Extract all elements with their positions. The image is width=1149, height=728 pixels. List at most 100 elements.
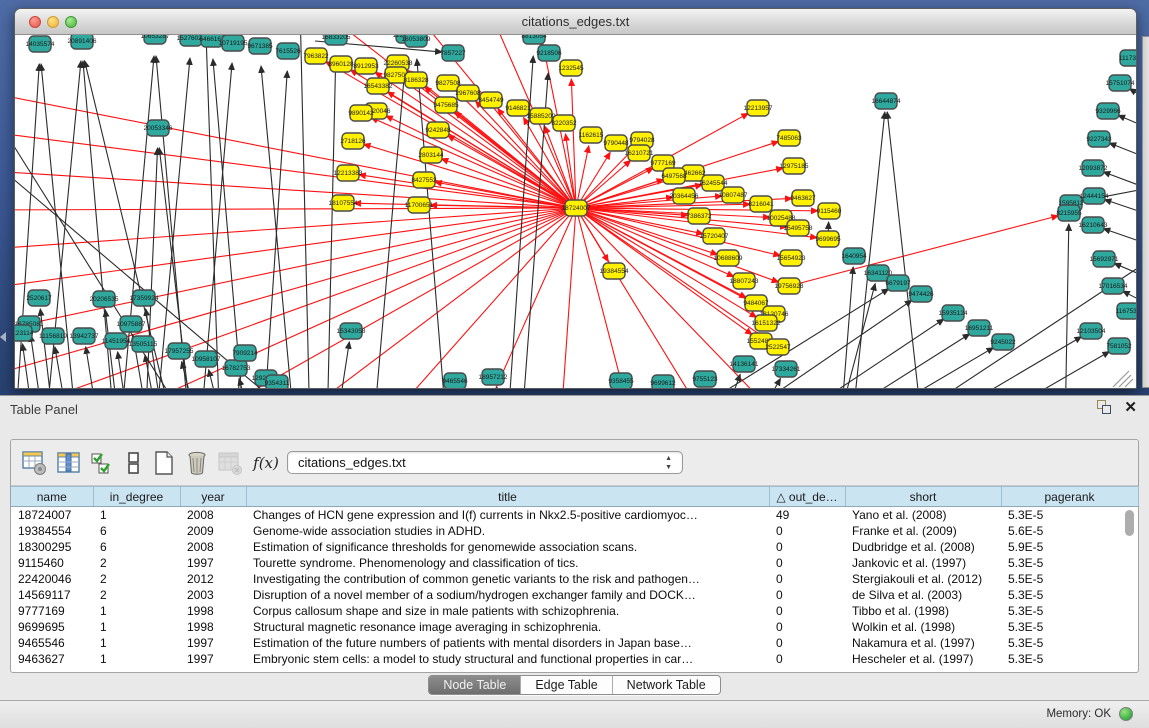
table-cell[interactable]: 9115460 — [11, 555, 93, 571]
table-cell[interactable]: 0 — [769, 523, 845, 539]
delete-column-icon[interactable] — [183, 449, 211, 477]
resize-grip-icon[interactable] — [1119, 375, 1131, 387]
citation-edge[interactable] — [810, 334, 970, 389]
table-cell[interactable]: 1 — [93, 507, 180, 524]
table-cell[interactable]: 2009 — [180, 523, 246, 539]
citation-edge[interactable] — [845, 348, 994, 389]
table-row[interactable]: 911546021997Tourette syndrome. Phenomeno… — [11, 555, 1138, 571]
show-columns-icon[interactable] — [55, 449, 83, 477]
citation-edge-red[interactable] — [475, 208, 576, 389]
table-cell[interactable]: 0 — [769, 635, 845, 651]
table-cell[interactable]: 14569117 — [11, 587, 93, 603]
table-cell[interactable]: Estimation of the future numbers of pati… — [246, 635, 769, 651]
table-cell[interactable]: 1997 — [180, 651, 246, 667]
network-window[interactable]: citations_edges.txt 18724007796382289601… — [14, 8, 1137, 389]
citation-edge[interactable] — [965, 352, 1109, 389]
table-row[interactable]: 1872400712008Changes of HCN gene express… — [11, 507, 1138, 524]
table-cell[interactable]: 0 — [769, 555, 845, 571]
table-cell[interactable]: 2003 — [180, 587, 246, 603]
column-header[interactable]: in_degree — [93, 487, 180, 507]
table-cell[interactable]: Dudbridge et al. (2008) — [845, 539, 1001, 555]
table-cell[interactable]: Yano et al. (2008) — [845, 507, 1001, 524]
table-cell[interactable]: Structural magnetic resonance image aver… — [246, 619, 769, 635]
table-row[interactable]: 969969511998Structural magnetic resonanc… — [11, 619, 1138, 635]
table-cell[interactable]: 49 — [769, 507, 845, 524]
citation-edge[interactable] — [835, 284, 875, 389]
table-cell[interactable]: 6 — [93, 523, 180, 539]
table-cell[interactable]: Hescheler et al. (1997) — [845, 651, 1001, 667]
table-cell[interactable]: 0 — [769, 539, 845, 555]
table-row[interactable]: 977716911998Corpus callosum shape and si… — [11, 603, 1138, 619]
table-cell[interactable]: 5.3E-5 — [1001, 651, 1138, 667]
table-cell[interactable]: 18724007 — [11, 507, 93, 524]
citation-edge[interactable] — [718, 374, 740, 389]
table-cell[interactable]: 1997 — [180, 555, 246, 571]
citation-edge[interactable] — [335, 342, 349, 389]
table-cell[interactable]: 5.3E-5 — [1001, 507, 1138, 524]
column-header[interactable]: pagerank — [1001, 487, 1138, 507]
table-cell[interactable]: 1998 — [180, 619, 246, 635]
tab-edge-table[interactable]: Edge Table — [521, 676, 612, 694]
table-scrollbar-thumb[interactable] — [1125, 510, 1134, 536]
citation-edge[interactable] — [1103, 229, 1136, 250]
table-cell[interactable]: Changes of HCN gene expression and I(f) … — [246, 507, 769, 524]
table-cell[interactable]: 1 — [93, 603, 180, 619]
network-canvas[interactable]: 1872400779638228960128891295322260538982… — [15, 35, 1136, 389]
table-row[interactable]: 2242004622012Investigating the contribut… — [11, 571, 1138, 587]
function-builder-icon[interactable]: f(x) — [252, 449, 280, 477]
citation-edge[interactable] — [205, 35, 220, 389]
table-cell[interactable]: Stergiakouli et al. (2012) — [845, 571, 1001, 587]
table-cell[interactable]: 5.5E-5 — [1001, 571, 1138, 587]
citation-edge-red[interactable] — [15, 170, 576, 208]
table-row[interactable]: 946554611997Estimation of the future num… — [11, 635, 1138, 651]
table-cell[interactable]: 5.9E-5 — [1001, 539, 1138, 555]
network-graph[interactable]: 1872400779638228960128891295322260538982… — [15, 35, 1136, 389]
citation-edge-red[interactable] — [15, 208, 576, 210]
citation-edge[interactable] — [118, 352, 130, 389]
table-cell[interactable]: Disruption of a novel member of a sodium… — [246, 587, 769, 603]
table-cell[interactable]: Nakamura et al. (1997) — [845, 635, 1001, 651]
table-cell[interactable]: 2 — [93, 555, 180, 571]
table-row[interactable]: 946362711997Embryonic stem cells: a mode… — [11, 651, 1138, 667]
network-window-titlebar[interactable]: citations_edges.txt — [15, 9, 1136, 35]
table-cell[interactable]: 2012 — [180, 571, 246, 587]
table-mode-icon[interactable] — [20, 449, 48, 477]
citation-edge[interactable] — [840, 267, 853, 389]
tab-node-table[interactable]: Node Table — [429, 676, 521, 694]
deselect-all-icon[interactable] — [120, 449, 148, 477]
table-cell[interactable]: 5.6E-5 — [1001, 523, 1138, 539]
table-cell[interactable]: 5.3E-5 — [1001, 555, 1138, 571]
table-cell[interactable]: 9777169 — [11, 603, 93, 619]
table-cell[interactable]: 5.3E-5 — [1001, 587, 1138, 603]
citation-edge-red[interactable] — [560, 208, 576, 389]
table-cell[interactable]: 1 — [93, 635, 180, 651]
citation-edge-red[interactable] — [789, 216, 1058, 286]
citation-edge-red[interactable] — [386, 116, 576, 208]
table-cell[interactable]: 2008 — [180, 539, 246, 555]
citation-edge[interactable] — [748, 379, 781, 389]
citation-edge[interactable] — [156, 56, 190, 389]
table-row[interactable]: 1830029562008Estimation of significance … — [11, 539, 1138, 555]
collapsed-panel-edge[interactable] — [1142, 36, 1149, 388]
table-cell[interactable]: 6 — [93, 539, 180, 555]
column-header[interactable]: △ out_de… — [769, 487, 845, 507]
table-cell[interactable]: 5.3E-5 — [1001, 603, 1138, 619]
column-header[interactable]: year — [180, 487, 246, 507]
citation-edge[interactable] — [300, 35, 310, 389]
select-all-icon[interactable] — [88, 449, 116, 477]
citation-edge[interactable] — [885, 250, 1136, 389]
table-cell[interactable]: Tourette syndrome. Phenomenology and cla… — [246, 555, 769, 571]
float-panel-icon[interactable] — [1097, 400, 1112, 415]
citation-edge-red[interactable] — [375, 208, 576, 389]
table-cell[interactable]: Corpus callosum shape and size in male p… — [246, 603, 769, 619]
table-row[interactable]: 1456911722003Disruption of a novel membe… — [11, 587, 1138, 603]
table-cell[interactable]: 5.3E-5 — [1001, 619, 1138, 635]
table-cell[interactable]: 5.3E-5 — [1001, 635, 1138, 651]
citation-edge[interactable] — [1065, 224, 1069, 389]
table-cell[interactable]: de Silva et al. (2003) — [845, 587, 1001, 603]
close-panel-icon[interactable]: ✕ — [1124, 400, 1137, 415]
table-cell[interactable]: 1 — [93, 619, 180, 635]
table-cell[interactable]: 0 — [769, 619, 845, 635]
citation-edge[interactable] — [209, 370, 225, 389]
table-cell[interactable]: Embryonic stem cells: a model to study s… — [246, 651, 769, 667]
